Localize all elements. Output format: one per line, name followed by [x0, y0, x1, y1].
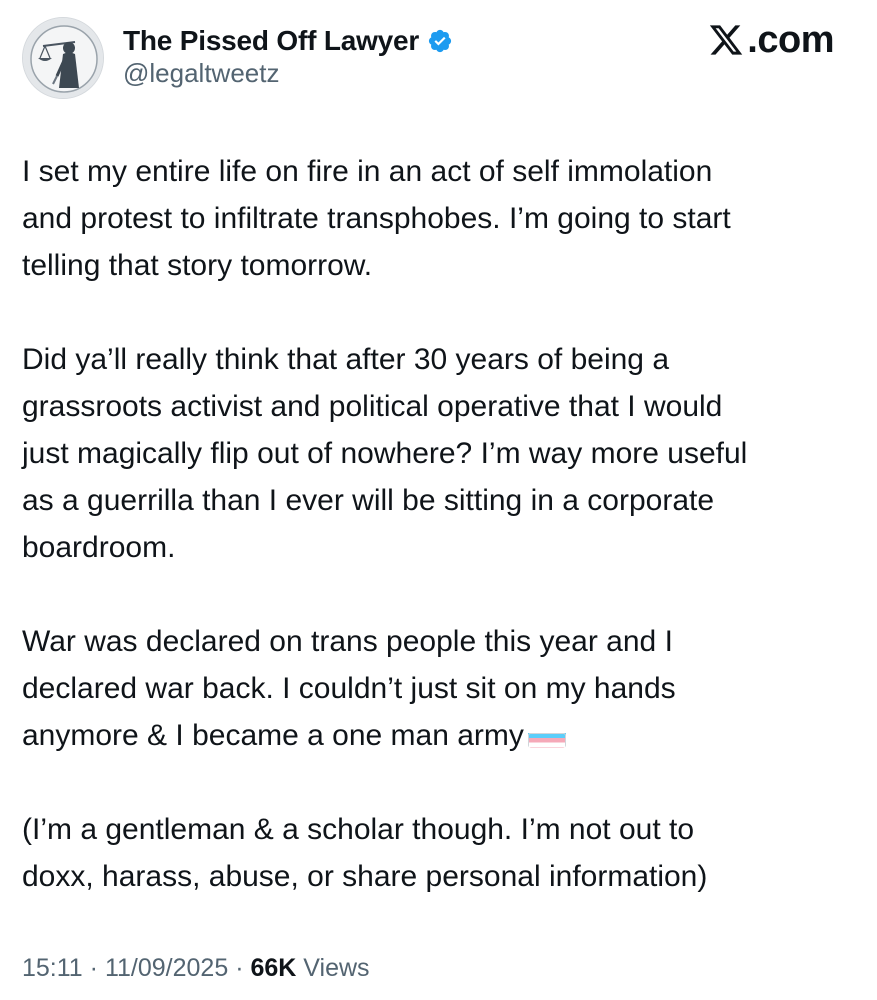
meta-separator: ·	[235, 954, 244, 982]
tweet-paragraph-with-flag: War was declared on trans people this ye…	[22, 618, 857, 759]
tweet-time[interactable]: 15:11	[22, 954, 83, 982]
brand-domain-text: .com	[747, 18, 834, 61]
tweet-date[interactable]: 11/09/2025	[105, 954, 228, 982]
tweet-meta: 15:11 · 11/09/2025 · 66K Views	[22, 954, 370, 983]
tweet-text: I set my entire life on fire in an act o…	[22, 148, 857, 900]
verified-badge-icon	[429, 29, 452, 53]
tweet-header: The Pissed Off Lawyer @legaltweetz .com	[0, 0, 877, 110]
display-name[interactable]: The Pissed Off Lawyer	[123, 25, 419, 57]
brand-watermark: .com	[707, 18, 834, 62]
transgender-flag-icon	[527, 724, 566, 748]
tweet-paragraph: Did ya’ll really think that after 30 yea…	[22, 343, 748, 564]
avatar[interactable]	[22, 17, 104, 99]
x-logo-icon	[710, 25, 743, 55]
views-count[interactable]: 66K	[250, 954, 296, 982]
display-name-row[interactable]: The Pissed Off Lawyer	[123, 22, 453, 60]
tweet-paragraph: (I’m a gentleman & a scholar though. I’m…	[22, 813, 708, 893]
views-label: Views	[303, 954, 370, 982]
user-handle[interactable]: @legaltweetz	[123, 58, 279, 89]
tweet-paragraph: War was declared on trans people this ye…	[22, 625, 676, 752]
lady-justice-icon	[23, 18, 103, 98]
meta-separator: ·	[89, 954, 98, 982]
tweet-paragraph: I set my entire life on fire in an act o…	[22, 155, 731, 282]
